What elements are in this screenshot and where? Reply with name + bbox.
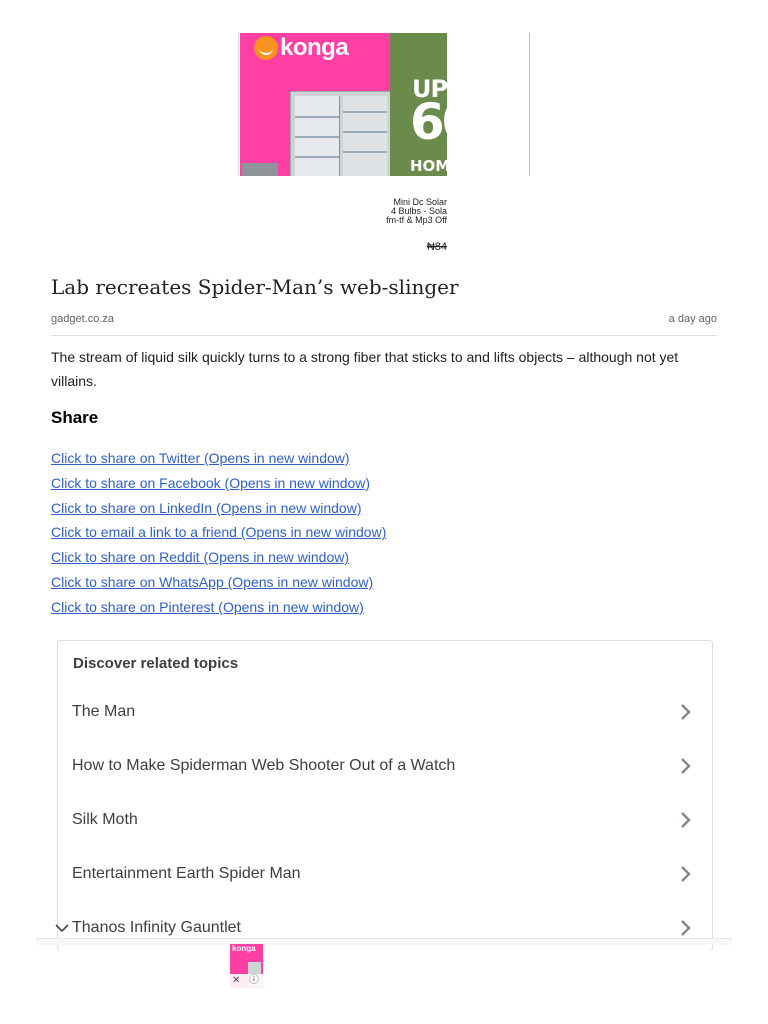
ad-banner[interactable]: konga UP T 60 HOME <box>238 33 530 176</box>
ad-left-border <box>238 33 239 176</box>
share-item: Click to email a link to a friend (Opens… <box>51 522 386 547</box>
share-reddit-link[interactable]: Click to share on Reddit (Opens in new w… <box>51 549 349 565</box>
bottom-ad-brand: konga <box>232 944 256 953</box>
ad-brand: konga <box>280 34 349 61</box>
ad-image[interactable]: konga UP T 60 HOME <box>240 33 447 176</box>
chevron-right-icon <box>681 866 691 882</box>
article-summary: The stream of liquid silk quickly turns … <box>51 349 679 389</box>
bottom-ad[interactable]: konga ✕ ⓘ <box>230 944 263 988</box>
share-item: Click to share on Facebook (Opens in new… <box>51 473 386 498</box>
share-facebook-link[interactable]: Click to share on Facebook (Opens in new… <box>51 475 370 491</box>
chevron-right-icon <box>681 920 691 936</box>
ad-price-value: ₦84 <box>426 241 447 253</box>
share-whatsapp-link[interactable]: Click to share on WhatsApp (Opens in new… <box>51 574 373 590</box>
fridge-image <box>290 91 392 176</box>
appliance-image <box>242 163 278 176</box>
share-heading: Share <box>51 408 99 427</box>
topic-label: How to Make Spiderman Web Shooter Out of… <box>72 757 456 774</box>
topic-item[interactable]: How to Make Spiderman Web Shooter Out of… <box>58 740 712 794</box>
share-item: Click to share on LinkedIn (Opens in new… <box>51 498 386 523</box>
topic-item[interactable]: Silk Moth <box>58 794 712 848</box>
topic-label: The Man <box>72 703 136 720</box>
info-icon[interactable]: ⓘ <box>249 974 259 988</box>
ad-right-border <box>529 33 530 176</box>
chevron-right-icon <box>681 812 691 828</box>
article-title[interactable]: Lab recreates Spider-Man’s web-slinger <box>51 275 459 299</box>
konga-smile-icon <box>254 36 278 60</box>
share-item: Click to share on WhatsApp (Opens in new… <box>51 572 386 597</box>
share-linkedin-link[interactable]: Click to share on LinkedIn (Opens in new… <box>51 500 362 516</box>
ad-price[interactable]: ₦84 <box>386 241 447 253</box>
konga-logo: konga <box>254 34 349 61</box>
divider <box>51 335 717 336</box>
chevron-right-icon <box>681 758 691 774</box>
chevron-down-icon[interactable] <box>55 922 69 934</box>
share-item: Click to share on Pinterest (Opens in ne… <box>51 597 386 622</box>
share-twitter-link[interactable]: Click to share on Twitter (Opens in new … <box>51 450 350 466</box>
ad-promo-home: HOME <box>410 157 447 175</box>
related-topics-panel: Discover related topics The Man How to M… <box>57 640 713 951</box>
article-meta: gadget.co.za a day ago <box>51 313 717 327</box>
share-item: Click to share on Reddit (Opens in new w… <box>51 547 386 572</box>
topic-label: Entertainment Earth Spider Man <box>72 865 301 882</box>
share-email-link[interactable]: Click to email a link to a friend (Opens… <box>51 524 386 540</box>
share-item: Click to share on Twitter (Opens in new … <box>51 448 386 473</box>
ad-promo-number: 60 <box>410 93 447 151</box>
chevron-right-icon <box>681 704 691 720</box>
related-topics-title: Discover related topics <box>73 655 239 672</box>
article-source: gadget.co.za <box>51 313 114 325</box>
ad-controls: ✕ ⓘ <box>230 974 263 988</box>
topic-label: Thanos Infinity Gauntlet <box>72 919 241 936</box>
ad-caption[interactable]: Mini Dc Solar 4 Bulbs - Sola fm-tf & Mp3… <box>386 198 447 225</box>
sticky-ad-bar <box>36 938 732 945</box>
close-icon[interactable]: ✕ <box>232 974 240 988</box>
share-pinterest-link[interactable]: Click to share on Pinterest (Opens in ne… <box>51 599 364 615</box>
article-time: a day ago <box>668 313 717 325</box>
topic-label: Silk Moth <box>72 811 138 828</box>
topic-item[interactable]: The Man <box>58 686 712 740</box>
ad-promo-panel: UP T 60 HOME <box>390 33 447 176</box>
share-links: Click to share on Twitter (Opens in new … <box>51 448 386 622</box>
topic-item[interactable]: Entertainment Earth Spider Man <box>58 848 712 902</box>
